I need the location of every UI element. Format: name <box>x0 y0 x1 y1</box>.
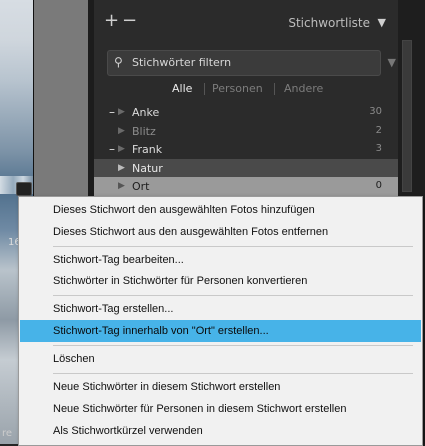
keyword-label: Natur <box>132 161 163 175</box>
keyword-row-natur[interactable]: ▶ Natur <box>94 158 398 177</box>
menu-item-add-to-photos[interactable]: Dieses Stichwort den ausgewählten Fotos … <box>20 199 421 221</box>
keyword-label: Frank <box>132 143 163 156</box>
keyword-row-anke[interactable]: – ▶ Anke 30 <box>94 103 398 122</box>
menu-item-new-keywords-inside[interactable]: Neue Stichwörter in diesem Stichwort ers… <box>20 376 421 398</box>
keyword-count: 30 <box>369 106 382 117</box>
menu-item-convert-to-persons[interactable]: Stichwörter in Stichwörter für Personen … <box>20 270 421 292</box>
keyword-filter-tabs: Alle Personen Andere <box>94 80 398 98</box>
menu-item-create-tag[interactable]: Stichwort-Tag erstellen... <box>20 298 421 320</box>
scrollbar-thumb[interactable] <box>402 40 412 192</box>
context-menu: Dieses Stichwort den ausgewählten Fotos … <box>18 196 423 446</box>
keyword-marker: – <box>109 142 115 156</box>
menu-item-edit-tag[interactable]: Stichwort-Tag bearbeiten... <box>20 249 421 271</box>
menu-separator <box>53 373 413 374</box>
keyword-label: Anke <box>132 106 160 119</box>
tab-personen[interactable]: Personen <box>212 82 263 95</box>
menu-item-new-person-keywords-inside[interactable]: Neue Stichwörter für Personen in diesem … <box>20 398 421 420</box>
menu-item-remove-from-photos[interactable]: Dieses Stichwort aus den ausgewählten Fo… <box>20 221 421 243</box>
search-icon: ⚲ <box>114 55 123 69</box>
keyword-row-frank[interactable]: – ▶ Frank 3 <box>94 140 398 159</box>
add-keyword-button[interactable]: + <box>104 10 119 31</box>
menu-item-create-tag-inside[interactable]: Stichwort-Tag innerhalb von "Ort" erstel… <box>20 320 421 342</box>
disclosure-arrow-icon[interactable]: ▶ <box>118 107 125 117</box>
left-text-fragment-2: re <box>2 428 13 439</box>
keyword-badge-icon <box>16 182 32 196</box>
disclosure-arrow-icon[interactable]: ▶ <box>118 181 125 191</box>
keyword-count: 0 <box>375 180 382 191</box>
menu-item-use-as-shortcut[interactable]: Als Stichwortkürzel verwenden <box>20 420 421 442</box>
keyword-filter-field[interactable]: ⚲ Stichwörter filtern ▼ <box>107 50 396 76</box>
keyword-list: – ▶ Anke 30 ▶ Blitz 2 – ▶ Frank 3 ▶ Natu… <box>94 103 398 196</box>
remove-keyword-button[interactable]: − <box>122 10 137 31</box>
keyword-label: Blitz <box>132 124 156 138</box>
collapse-triangle-icon[interactable]: ▼ <box>378 16 386 29</box>
tab-alle[interactable]: Alle <box>172 82 192 95</box>
menu-separator <box>53 345 413 346</box>
disclosure-arrow-icon[interactable]: ▶ <box>118 126 125 136</box>
keyword-count: 2 <box>375 124 382 136</box>
panel-header: + − Stichwortliste ▼ <box>94 8 398 38</box>
keyword-row-ort[interactable]: ▶ Ort 0 <box>94 177 398 196</box>
menu-separator <box>53 246 413 247</box>
keyword-count: 3 <box>375 143 382 154</box>
keyword-filter-placeholder: Stichwörter filtern <box>132 56 232 69</box>
disclosure-arrow-icon[interactable]: ▶ <box>118 144 125 154</box>
keyword-label: Ort <box>132 180 150 193</box>
keyword-marker: – <box>109 105 115 119</box>
menu-separator <box>53 295 413 296</box>
filter-dropdown-icon[interactable]: ▼ <box>388 56 396 69</box>
menu-item-delete[interactable]: Löschen <box>20 348 421 370</box>
tab-andere[interactable]: Andere <box>284 82 323 95</box>
tab-separator <box>204 83 205 95</box>
keyword-row-blitz[interactable]: ▶ Blitz 2 <box>94 122 398 141</box>
disclosure-arrow-icon[interactable]: ▶ <box>118 163 125 173</box>
panel-title[interactable]: Stichwortliste <box>288 16 370 30</box>
tab-separator <box>274 83 275 95</box>
